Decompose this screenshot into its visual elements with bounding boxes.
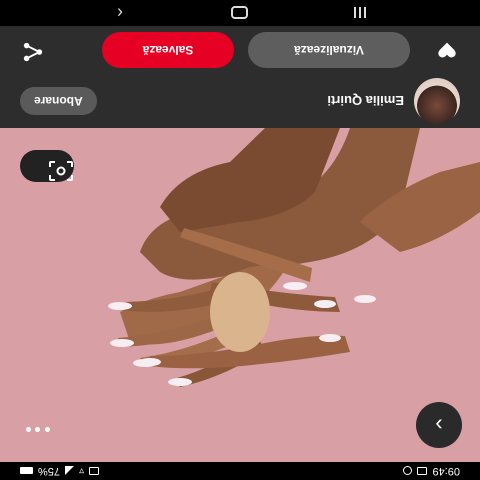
avatar[interactable] bbox=[414, 78, 460, 124]
alarm-icon bbox=[403, 466, 413, 476]
action-bar: Vizualizează Salvează bbox=[0, 26, 480, 74]
heart-icon[interactable] bbox=[436, 39, 458, 61]
pin-image[interactable]: › bbox=[0, 128, 480, 462]
sim-icon bbox=[89, 467, 100, 475]
view-button[interactable]: Vizualizează bbox=[248, 32, 410, 68]
recent-apps-button[interactable] bbox=[348, 3, 372, 23]
back-icon: ‹ bbox=[117, 3, 123, 24]
recent-apps-icon bbox=[354, 7, 366, 19]
more-options-button[interactable] bbox=[20, 420, 56, 440]
share-icon bbox=[23, 43, 43, 62]
system-nav-bar: ‹ bbox=[0, 0, 480, 26]
status-bar-left: 09:49 bbox=[403, 465, 460, 477]
chevron-right-icon: › bbox=[435, 413, 443, 438]
visual-search-icon bbox=[49, 161, 73, 181]
save-button[interactable]: Salvează bbox=[102, 32, 234, 68]
clock: 09:49 bbox=[432, 465, 460, 477]
more-dot bbox=[26, 427, 31, 433]
back-button[interactable]: ‹ bbox=[108, 3, 132, 24]
more-dot bbox=[45, 427, 50, 433]
battery-percent: 75% bbox=[38, 465, 61, 477]
notification-icon bbox=[417, 467, 428, 475]
more-dot bbox=[35, 427, 41, 433]
wifi-icon: ▿ bbox=[79, 465, 85, 477]
status-bar-right: ▿ 75% bbox=[20, 465, 100, 477]
signal-icon bbox=[65, 466, 75, 476]
status-bar: 09:49 ▿ 75% bbox=[0, 462, 480, 480]
home-icon bbox=[231, 6, 249, 20]
home-button[interactable] bbox=[228, 3, 252, 23]
battery-icon bbox=[20, 467, 33, 475]
visual-search-button[interactable] bbox=[20, 150, 74, 182]
screen: 09:49 ▿ 75% › Emilia Quirti Abonare Vizu… bbox=[0, 0, 480, 480]
follow-button[interactable]: Abonare bbox=[20, 87, 97, 115]
creator-name[interactable]: Emilia Quirti bbox=[327, 94, 404, 109]
next-pin-button[interactable]: › bbox=[416, 402, 462, 448]
creator-bar: Emilia Quirti Abonare bbox=[0, 74, 480, 128]
share-button[interactable] bbox=[22, 37, 44, 64]
